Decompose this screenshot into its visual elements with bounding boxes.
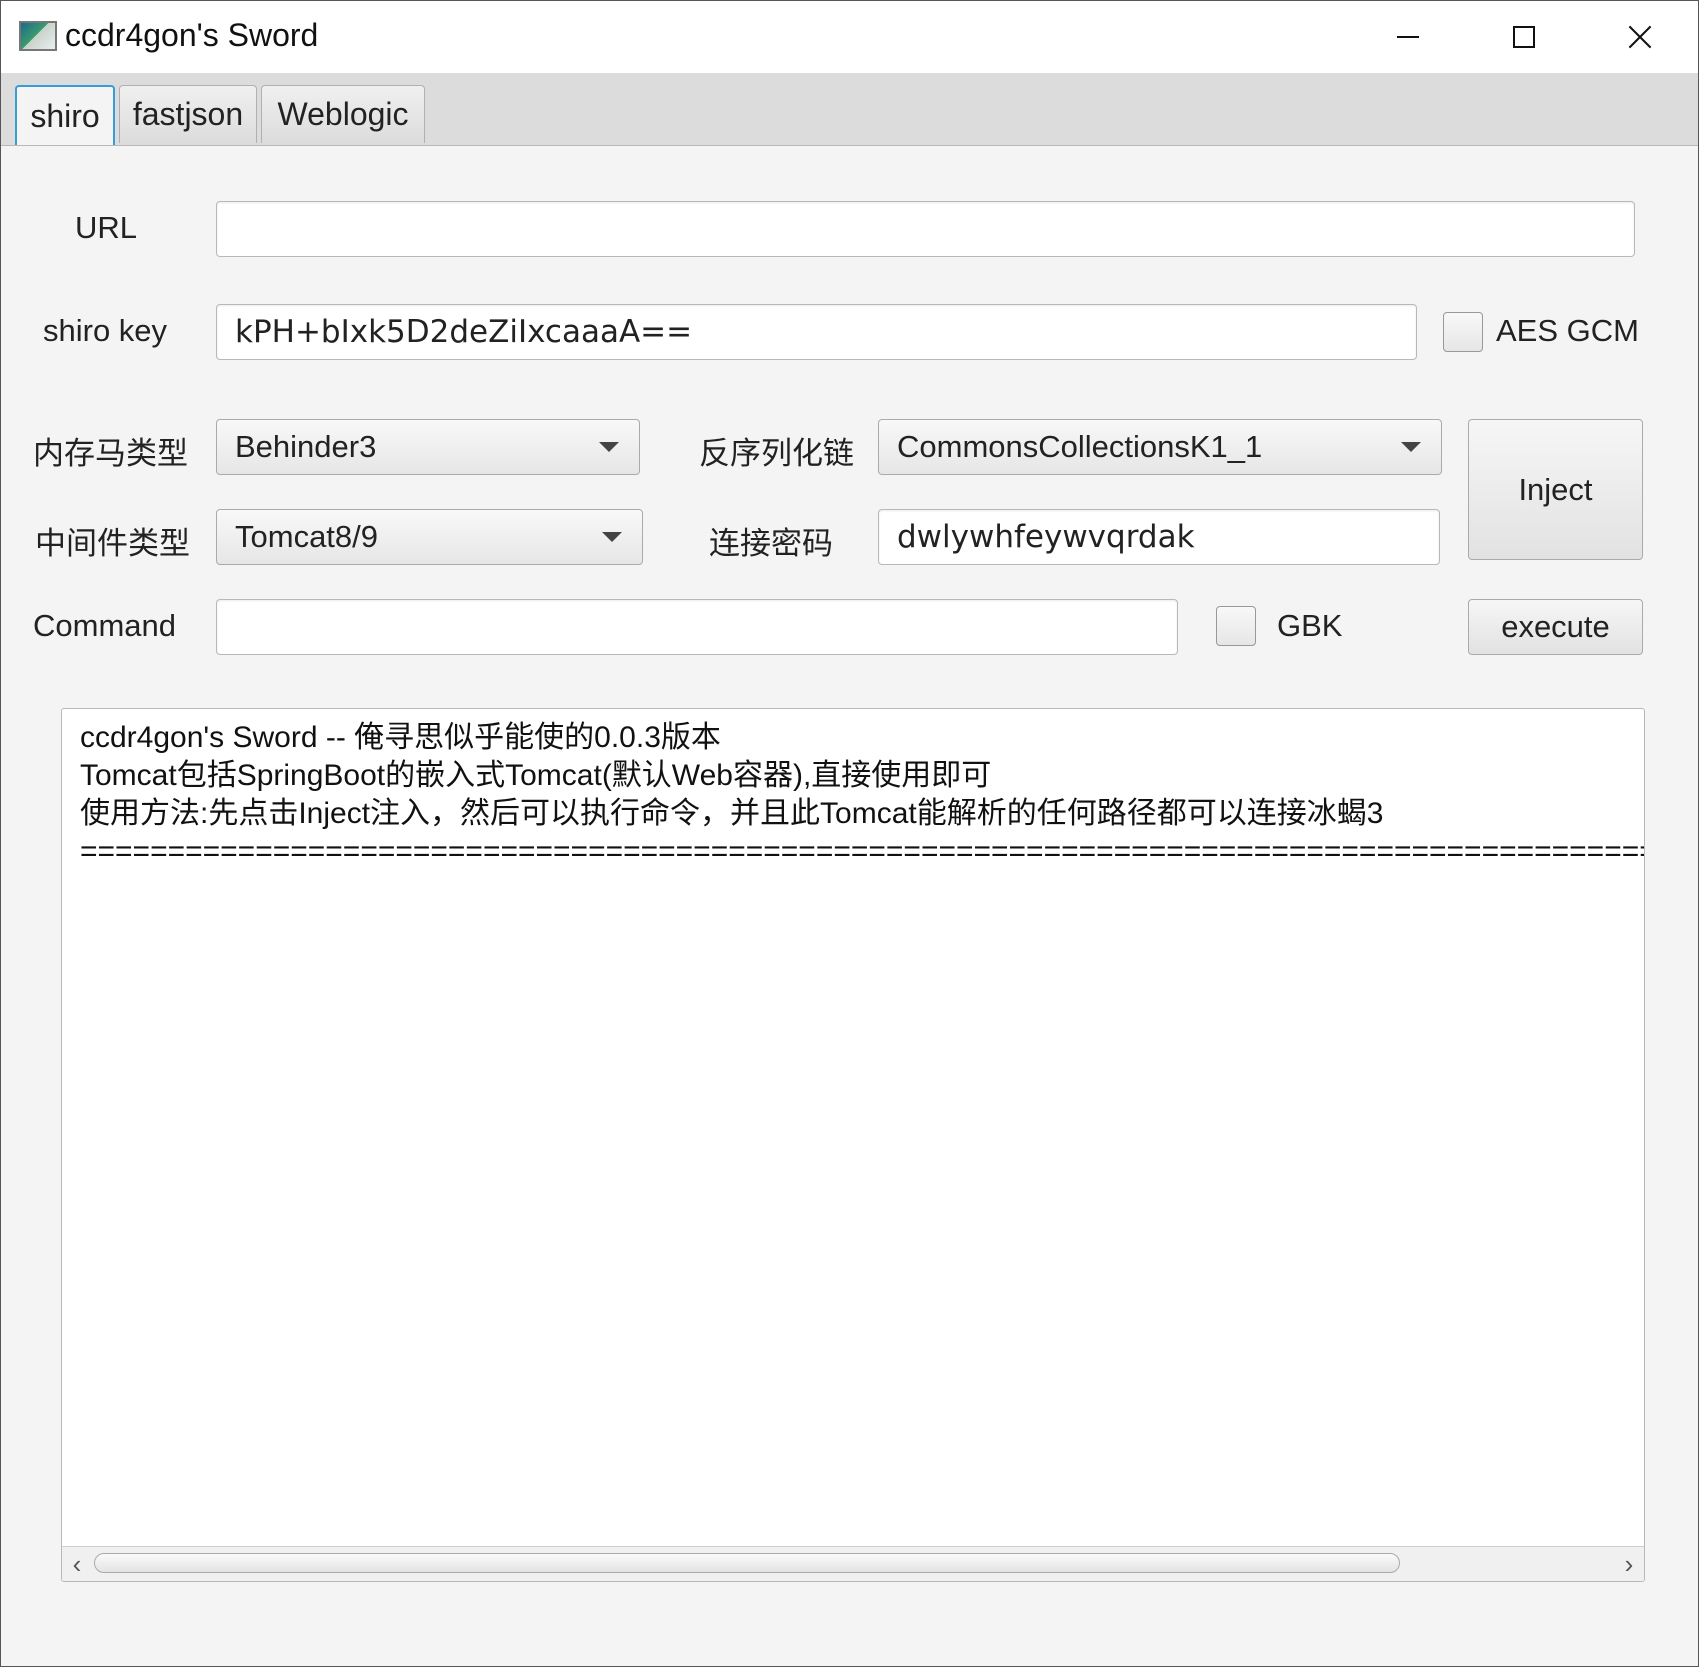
output-line: 使用方法:先点击Inject注入，然后可以执行命令，并且此Tomcat能解析的任…	[80, 797, 1384, 830]
tab-weblogic[interactable]: Weblogic	[261, 85, 425, 143]
maximize-button[interactable]	[1466, 1, 1582, 73]
middleware-type-label: 中间件类型	[35, 526, 190, 561]
output-content: ccdr4gon's Sword -- 俺寻思似乎能使的0.0.3版本 Tomc…	[80, 719, 1644, 871]
output-line: ccdr4gon's Sword -- 俺寻思似乎能使的0.0.3版本	[80, 721, 721, 754]
minimize-icon	[1397, 36, 1419, 38]
scroll-right-icon[interactable]: ›	[1614, 1547, 1644, 1581]
aes-gcm-label: AES GCM	[1496, 313, 1639, 348]
output-line: ========================================…	[80, 835, 1644, 868]
scrollbar-thumb[interactable]	[94, 1553, 1400, 1573]
minimize-button[interactable]	[1350, 1, 1466, 73]
gadget-chain-label: 反序列化链	[699, 436, 854, 471]
gbk-checkbox[interactable]	[1216, 606, 1256, 646]
gadget-chain-value: CommonsCollectionsK1_1	[897, 429, 1263, 464]
maximize-icon	[1513, 26, 1535, 48]
app-icon	[19, 21, 57, 51]
window-title: ccdr4gon's Sword	[65, 17, 319, 53]
inject-button[interactable]: Inject	[1468, 419, 1643, 560]
title-bar[interactable]: ccdr4gon's Sword	[1, 1, 1698, 74]
middleware-type-value: Tomcat8/9	[235, 519, 379, 554]
output-textarea[interactable]: ccdr4gon's Sword -- 俺寻思似乎能使的0.0.3版本 Tomc…	[61, 708, 1645, 1582]
url-label: URL	[75, 210, 138, 245]
tab-bar: shiro fastjson Weblogic	[1, 73, 1698, 146]
shiro-key-input[interactable]: kPH+bIxk5D2deZiIxcaaaA==	[216, 304, 1417, 360]
middleware-type-select[interactable]: Tomcat8/9	[216, 509, 643, 565]
tab-fastjson[interactable]: fastjson	[119, 85, 257, 143]
aes-gcm-checkbox[interactable]	[1443, 312, 1483, 352]
command-label: Command	[33, 608, 176, 643]
chevron-down-icon	[602, 532, 622, 542]
memshell-type-value: Behinder3	[235, 429, 377, 464]
chevron-down-icon	[599, 442, 619, 452]
url-input[interactable]	[216, 201, 1635, 257]
memshell-type-label: 内存马类型	[33, 436, 188, 471]
chevron-down-icon	[1401, 442, 1421, 452]
execute-button[interactable]: execute	[1468, 599, 1643, 655]
output-line: Tomcat包括SpringBoot的嵌入式Tomcat(默认Web容器),直接…	[80, 759, 992, 792]
memshell-type-select[interactable]: Behinder3	[216, 419, 640, 475]
gadget-chain-select[interactable]: CommonsCollectionsK1_1	[878, 419, 1442, 475]
gbk-label: GBK	[1277, 608, 1343, 643]
close-icon	[1628, 25, 1652, 49]
app-window: ccdr4gon's Sword shiro fastjson Weblogic…	[0, 0, 1699, 1667]
command-input[interactable]	[216, 599, 1178, 655]
close-button[interactable]	[1582, 1, 1698, 73]
password-label: 连接密码	[709, 526, 833, 561]
scroll-left-icon[interactable]: ‹	[62, 1547, 92, 1581]
horizontal-scrollbar[interactable]: ‹ ›	[62, 1546, 1644, 1581]
tab-shiro[interactable]: shiro	[15, 85, 115, 145]
shiro-key-label: shiro key	[43, 313, 168, 348]
password-input[interactable]: dwlywhfeywvqrdak	[878, 509, 1440, 565]
